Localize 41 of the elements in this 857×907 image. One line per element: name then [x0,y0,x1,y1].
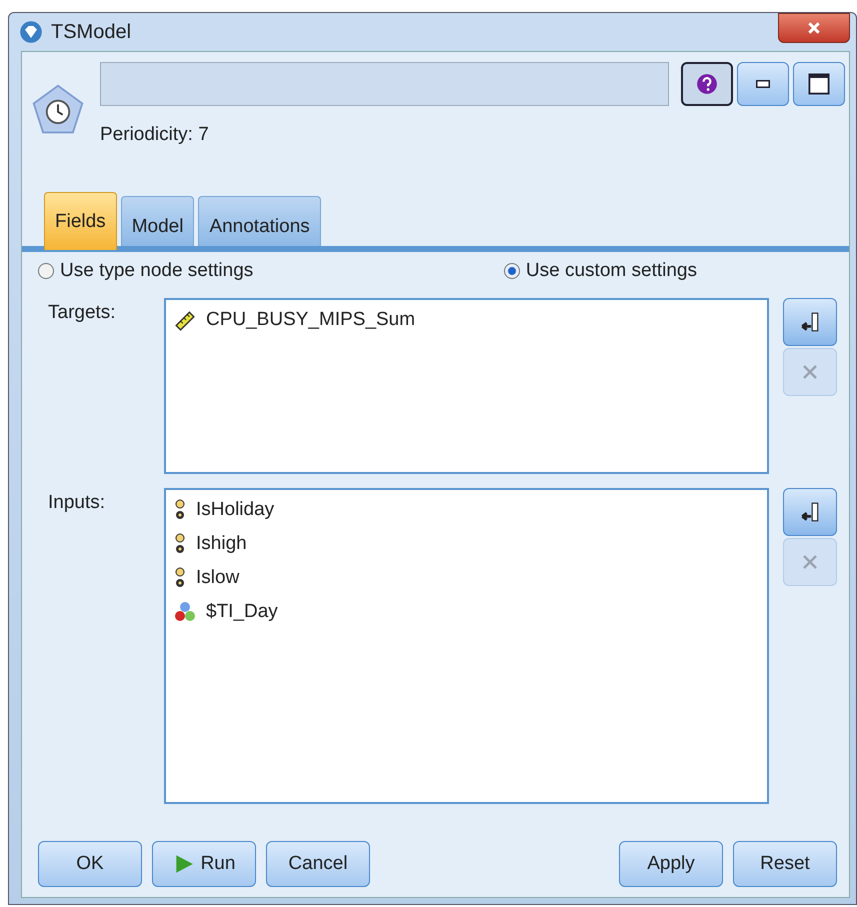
window-title: TSModel [51,20,132,44]
minimize-button[interactable] [737,62,789,106]
tab[interactable]: Fields [44,192,117,250]
field-name[interactable]: $TI_Day [206,601,278,623]
list-label: Targets: [47,301,117,325]
flag-icon [174,499,186,521]
flag-icon [174,567,186,589]
field-picker-button[interactable] [783,488,837,536]
tab[interactable]: Model [120,196,194,246]
tab[interactable]: Annotations [198,196,321,246]
field-list[interactable]: IsHoliday Ishigh Islow $TI_Day [164,488,769,804]
field-picker-button[interactable] [783,298,837,346]
help-button[interactable] [681,62,733,106]
run-button[interactable]: Run [152,841,256,887]
radio-button[interactable] [38,263,54,279]
flag-icon [174,533,186,555]
dialog-button[interactable]: Reset [733,841,837,887]
radio-option[interactable]: Use type node settings [38,260,254,282]
field-list[interactable]: CPU_BUSY_MIPS_Sum [164,298,769,474]
field-name[interactable]: Ishigh [196,533,247,555]
periodicity-text: Periodicity: 7 [100,124,210,147]
maximize-button[interactable] [793,62,845,106]
field-picker-icon [799,501,821,523]
field-name[interactable]: IsHoliday [196,499,274,521]
field-picker-icon [799,311,821,333]
maximize-icon [807,72,831,96]
list-label: Inputs: [47,491,106,515]
minimize-icon [756,80,770,88]
close-icon [807,21,821,35]
ruler-icon [174,309,196,331]
field-name[interactable]: CPU_BUSY_MIPS_Sum [206,309,416,331]
name-field[interactable] [100,62,669,106]
set-icon [174,601,196,623]
radio-option[interactable]: Use custom settings [504,260,697,282]
dialog-button[interactable]: Apply [619,841,723,887]
close-button[interactable] [778,13,850,43]
field-name[interactable]: Islow [196,567,240,589]
radio-button[interactable] [504,263,520,279]
help-icon [696,73,718,95]
dialog-button[interactable]: OK [38,841,142,887]
dialog-button[interactable]: Cancel [266,841,370,887]
